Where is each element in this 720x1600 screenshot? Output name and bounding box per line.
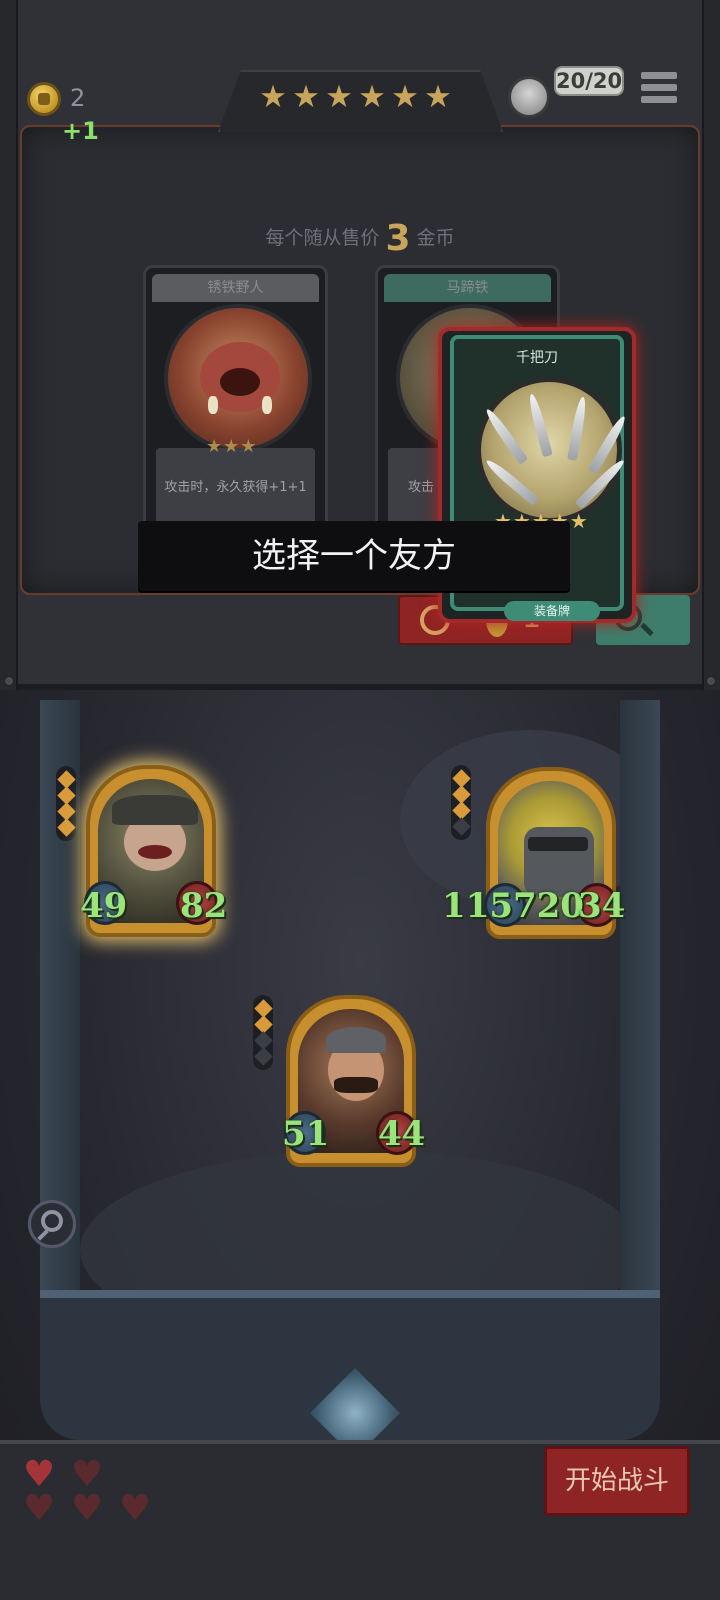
unit-attack: 51 <box>282 1114 330 1154</box>
card-type-tag: 装备牌 <box>504 601 600 621</box>
lives-indicator: ♥ ♥ ♥ ♥ ♥ <box>20 1454 170 1578</box>
unit-health: 44 <box>378 1114 426 1154</box>
gold-count: 2 <box>70 84 86 112</box>
unit-tier-pips <box>451 765 471 840</box>
shop-frame-right <box>702 0 720 690</box>
card-name: 锈铁野人 <box>152 274 319 302</box>
magnifier-icon <box>41 1210 63 1232</box>
unit-tier-pips <box>56 766 76 841</box>
card-name: 马蹄铁 <box>384 274 551 302</box>
card-stars: ★★★ <box>206 436 258 457</box>
heart-icon: ♥ <box>70 1454 104 1495</box>
menu-icon[interactable] <box>641 72 677 108</box>
heart-icon: ♥ <box>22 1454 56 1495</box>
price-value: 3 <box>385 218 411 259</box>
gold-income: +1 <box>62 117 99 145</box>
gold-coin-icon <box>27 82 61 116</box>
unit-health: 82 <box>180 886 228 926</box>
player-health-badge: 20/20 <box>554 66 624 96</box>
rivet <box>706 676 716 686</box>
card-name: 千把刀 <box>516 350 558 366</box>
select-target-prompt: 选择一个友方 <box>138 521 570 591</box>
boar-savage-portrait <box>164 304 312 452</box>
tier-pip-icon <box>253 1047 273 1066</box>
tier-pip-icon <box>56 818 76 837</box>
blades-portrait <box>476 377 629 523</box>
game-screen: ★ ★ ★ ★ ★ ★ 2 +1 20/20 每个随从售价 3 金币 锈铁野人 攻击时，永久获… <box>0 0 720 1600</box>
heart-icon: ♥ <box>70 1488 104 1529</box>
tier-star-icon: ★ <box>358 79 386 115</box>
start-battle-button[interactable]: 开始战斗 <box>544 1446 690 1516</box>
tier-star-icon: ★ <box>292 79 320 115</box>
board-search-button[interactable] <box>28 1200 76 1248</box>
tier-star-icon: ★ <box>391 79 419 115</box>
price-prefix: 每个随从售价 <box>265 227 380 249</box>
shop-frame-left <box>0 0 18 690</box>
unit-attack: 115720 <box>442 886 584 926</box>
heart-icon: ♥ <box>22 1488 56 1529</box>
tier-pip-icon <box>451 817 471 836</box>
heart-icon: ♥ <box>118 1488 152 1529</box>
tier-star-icon: ★ <box>424 79 452 115</box>
unit-tier-pips <box>253 995 273 1070</box>
tier-star-icon: ★ <box>325 79 353 115</box>
unit-health: 34 <box>578 886 626 926</box>
rivet <box>4 676 14 686</box>
price-suffix: 金币 <box>416 227 455 249</box>
unit-attack: 49 <box>80 886 128 926</box>
sell-price-line: 每个随从售价 3 金币 <box>0 218 720 259</box>
tier-star-icon: ★ <box>259 79 287 115</box>
tier-stars: ★ ★ ★ ★ ★ ★ <box>258 79 453 115</box>
shop-panel: ★ ★ ★ ★ ★ ★ 2 +1 20/20 每个随从售价 3 金币 锈铁野人 攻击时，永久获… <box>0 0 720 690</box>
player-avatar[interactable] <box>508 76 550 118</box>
board-frame-right <box>620 700 660 1350</box>
